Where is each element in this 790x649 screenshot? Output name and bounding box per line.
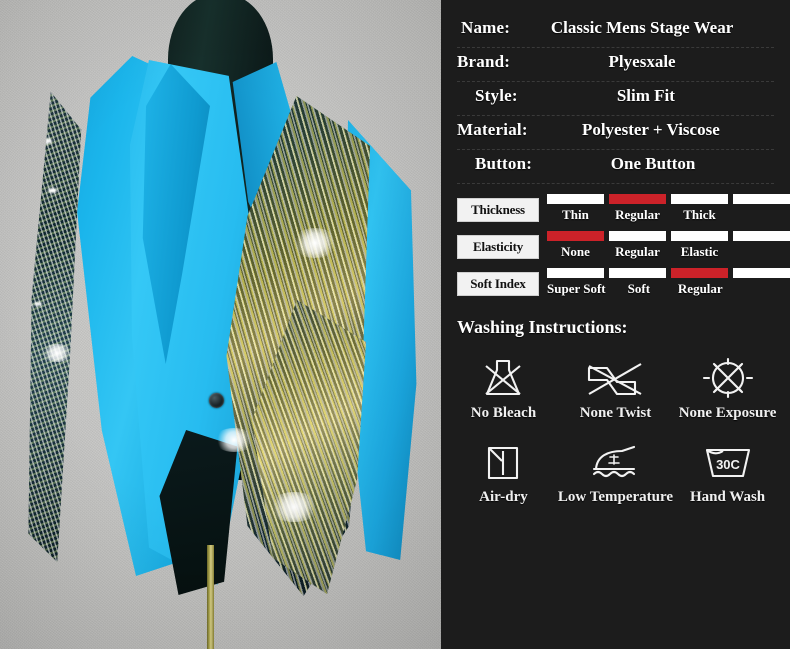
photo-vignette [0,0,441,649]
no-bleach-icon [477,356,529,400]
rating-tick: Regular [615,244,660,259]
spec-row-style: Style: Slim Fit [457,82,774,116]
washing-item-none-twist: None Twist [556,352,675,428]
rating-bars-thickness [547,194,790,204]
rating-tick: Super Soft [547,281,606,296]
rating-row-elasticity: Elasticity None Regular Elastic [457,231,790,260]
spec-key-button: Button: [475,154,533,173]
spec-value-style: Slim Fit [616,86,675,105]
hand-wash-temp: 30C [716,457,740,472]
spec-row-name: Name: Classic Mens Stage Wear [457,14,774,48]
rating-segment-selected [609,194,666,204]
spec-row-button: Button: One Button [457,150,774,184]
washing-item-none-exposure: None Exposure [675,352,780,428]
rating-segment [671,231,728,241]
rating-tick-empty [733,207,790,223]
ratings-section: Thickness Thin Regular Thick Elasticity … [441,194,790,297]
rating-scale-thickness: Thin Regular Thick [547,194,790,223]
no-twist-icon [583,356,647,400]
spec-value-brand: Plyesxale [608,52,676,71]
spec-value-button: One Button [610,154,696,173]
rating-row-thickness: Thickness Thin Regular Thick [457,194,790,223]
rating-bars-elasticity [547,231,790,241]
rating-ticks-elasticity: None Regular Elastic [547,244,790,260]
spec-list: Name: Classic Mens Stage Wear Brand: Ply… [441,0,790,184]
no-exposure-icon [701,356,755,400]
washing-caption: Low Temperature [557,489,674,505]
rating-scale-elasticity: None Regular Elastic [547,231,790,260]
spec-key-material: Material: [457,120,528,139]
rating-tick: Regular [615,207,660,222]
rating-tick-empty [734,281,790,297]
rating-bars-soft-index [547,268,790,278]
washing-caption: Hand Wash [689,489,766,505]
washing-item-hand-wash: 30C Hand Wash [675,438,780,512]
spec-panel: Name: Classic Mens Stage Wear Brand: Ply… [441,0,790,649]
rating-label-elasticity: Elasticity [457,235,539,259]
washing-item-no-bleach: No Bleach [451,352,556,428]
rating-scale-soft-index: Super Soft Soft Regular [547,268,790,297]
spec-value-material: Polyester + Viscose [581,120,720,139]
rating-segment [733,268,790,278]
spec-key-name: Name: [461,18,511,37]
rating-segment [609,268,666,278]
rating-segment [671,194,728,204]
rating-segment-selected [671,268,728,278]
rating-segment-selected [547,231,604,241]
rating-tick-empty [733,244,790,260]
rating-ticks-soft-index: Super Soft Soft Regular [547,281,790,297]
rating-segment [547,194,604,204]
product-info-image: Name: Classic Mens Stage Wear Brand: Ply… [0,0,790,649]
washing-caption: Air-dry [479,489,528,505]
rating-tick: Elastic [680,244,719,259]
rating-tick: Soft [627,281,651,296]
rating-tick: None [561,244,590,259]
hand-wash-icon: 30C [699,442,757,484]
washing-caption: None Exposure [678,405,777,421]
rating-segment [733,231,790,241]
rating-tick: Regular [677,281,723,296]
rating-label-soft-index: Soft Index [457,272,539,296]
air-dry-icon [481,442,525,484]
rating-tick: Thin [562,207,589,222]
washing-item-low-temperature: Low Temperature [556,438,675,512]
spec-key-brand: Brand: [457,52,511,71]
spec-row-brand: Brand: Plyesxale [457,48,774,82]
rating-tick: Thick [683,207,716,222]
product-photo [0,0,441,649]
washing-instructions-grid: No Bleach None Twist None Exposure Air-d… [451,352,780,512]
rating-ticks-thickness: Thin Regular Thick [547,207,790,223]
spec-key-style: Style: [475,86,518,105]
rating-label-thickness: Thickness [457,198,539,222]
spec-value-name: Classic Mens Stage Wear [550,18,734,37]
rating-row-soft-index: Soft Index Super Soft Soft Regular [457,268,790,297]
rating-segment [547,268,604,278]
washing-item-air-dry: Air-dry [451,438,556,512]
low-temperature-iron-icon [584,442,646,484]
rating-segment [609,231,666,241]
washing-caption: None Twist [579,405,652,421]
washing-instructions-title: Washing Instructions: [457,317,628,337]
rating-segment [733,194,790,204]
spec-row-material: Material: Polyester + Viscose [457,116,774,150]
washing-caption: No Bleach [470,405,537,421]
